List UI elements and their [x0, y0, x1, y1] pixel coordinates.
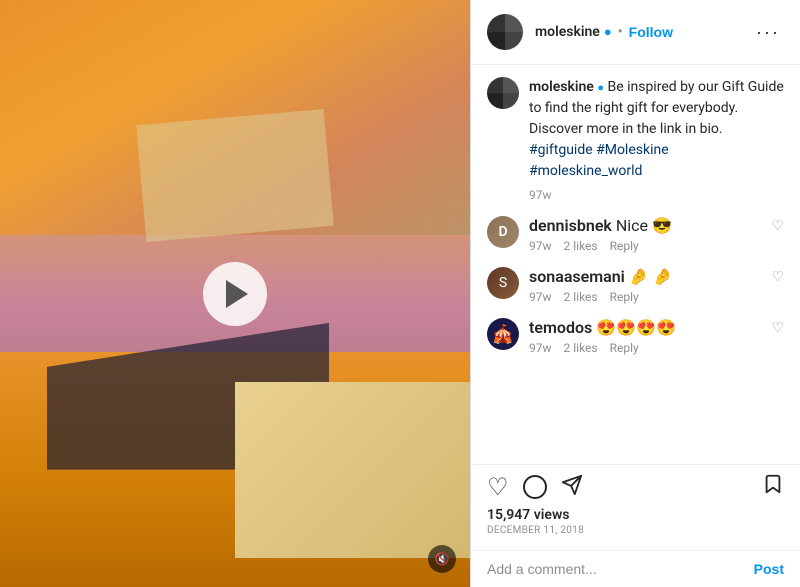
comment-time-sona: 97w [529, 290, 552, 304]
caption-avatar [487, 77, 519, 109]
comment-row: S sonaasemani 🤌 🤌 97w 2 likes Reply ♡ [487, 267, 784, 304]
comment-text-dennis: Nice 😎 [616, 216, 672, 235]
caption-meta: 97w [529, 186, 784, 204]
post-comment-button[interactable]: Post [754, 561, 784, 577]
like-icon[interactable]: ♡ [487, 475, 509, 499]
header-username-text[interactable]: moleskine [535, 24, 600, 40]
comment-username-temodos[interactable]: temodos [529, 318, 592, 337]
header-user-info: moleskine ● • Follow [535, 24, 752, 40]
mute-button[interactable]: 🔇 [428, 545, 456, 573]
header-username-row: moleskine ● • Follow [535, 24, 752, 40]
comment-content-dennis: dennisbnek Nice 😎 97w 2 likes Reply [529, 216, 771, 253]
verified-badge: ● [604, 24, 612, 40]
comment-meta-sona: 97w 2 likes Reply [529, 290, 771, 304]
caption-hashtags: #giftguide #Moleskine#moleskine_world [529, 142, 669, 179]
comment-like-dennis[interactable]: ♡ [771, 216, 784, 234]
comment-likes-dennis[interactable]: 2 likes [564, 239, 598, 253]
post-date: DECEMBER 11, 2018 [487, 525, 784, 536]
share-icon[interactable] [561, 474, 583, 501]
comment-text-temodos: 😍😍😍😍 [596, 318, 676, 337]
dot-separator: • [618, 24, 623, 40]
comment-avatar-dennis: D [487, 216, 519, 248]
video-panel: 🔇 [0, 0, 470, 587]
comment-row: 🎪 temodos 😍😍😍😍 97w 2 likes Reply ♡ [487, 318, 784, 355]
play-button[interactable] [203, 262, 267, 326]
comment-reply-dennis[interactable]: Reply [610, 239, 639, 253]
actions-bar: ♡ 15,947 views DECEMBER 11, 2018 [471, 464, 800, 550]
comment-likes-temodos[interactable]: 2 likes [564, 341, 598, 355]
comments-section: moleskine ● Be inspired by our Gift Guid… [471, 65, 800, 464]
comment-avatar-temodos: 🎪 [487, 318, 519, 350]
save-icon[interactable] [762, 473, 784, 501]
comment-meta-dennis: 97w 2 likes Reply [529, 239, 771, 253]
comment-reply-sona[interactable]: Reply [610, 290, 639, 304]
comment-input[interactable] [487, 561, 754, 577]
comment-avatar-sona: S [487, 267, 519, 299]
action-icons-row: ♡ [487, 473, 784, 501]
comment-meta-temodos: 97w 2 likes Reply [529, 341, 771, 355]
comment-text-sona: 🤌 🤌 [629, 267, 673, 286]
more-options-button[interactable]: ··· [752, 22, 784, 43]
comment-content-sona: sonaasemani 🤌 🤌 97w 2 likes Reply [529, 267, 771, 304]
comment-content-temodos: temodos 😍😍😍😍 97w 2 likes Reply [529, 318, 771, 355]
comment-row: D dennisbnek Nice 😎 97w 2 likes Reply ♡ [487, 216, 784, 253]
comment-reply-temodos[interactable]: Reply [610, 341, 639, 355]
right-panel: moleskine ● • Follow ··· moleskine ● [470, 0, 800, 587]
caption-content: moleskine ● Be inspired by our Gift Guid… [529, 77, 784, 204]
caption-time: 97w [529, 186, 552, 204]
views-count: 15,947 views [487, 507, 784, 523]
comment-username-dennis[interactable]: dennisbnek [529, 216, 612, 235]
comment-like-temodos[interactable]: ♡ [771, 318, 784, 336]
comment-time-dennis: 97w [529, 239, 552, 253]
play-icon [226, 280, 248, 308]
add-comment-bar: Post [471, 550, 800, 587]
comment-likes-sona[interactable]: 2 likes [564, 290, 598, 304]
caption-row: moleskine ● Be inspired by our Gift Guid… [487, 77, 784, 204]
post-header: moleskine ● • Follow ··· [471, 0, 800, 65]
comment-like-sona[interactable]: ♡ [771, 267, 784, 285]
mute-icon: 🔇 [435, 552, 450, 566]
comment-username-sona[interactable]: sonaasemani [529, 267, 625, 286]
follow-button[interactable]: Follow [629, 24, 673, 40]
caption-username[interactable]: moleskine [529, 79, 594, 95]
comment-icon[interactable] [523, 475, 547, 499]
comment-time-temodos: 97w [529, 341, 552, 355]
avatar [487, 14, 523, 50]
caption-verified: ● [597, 81, 604, 94]
